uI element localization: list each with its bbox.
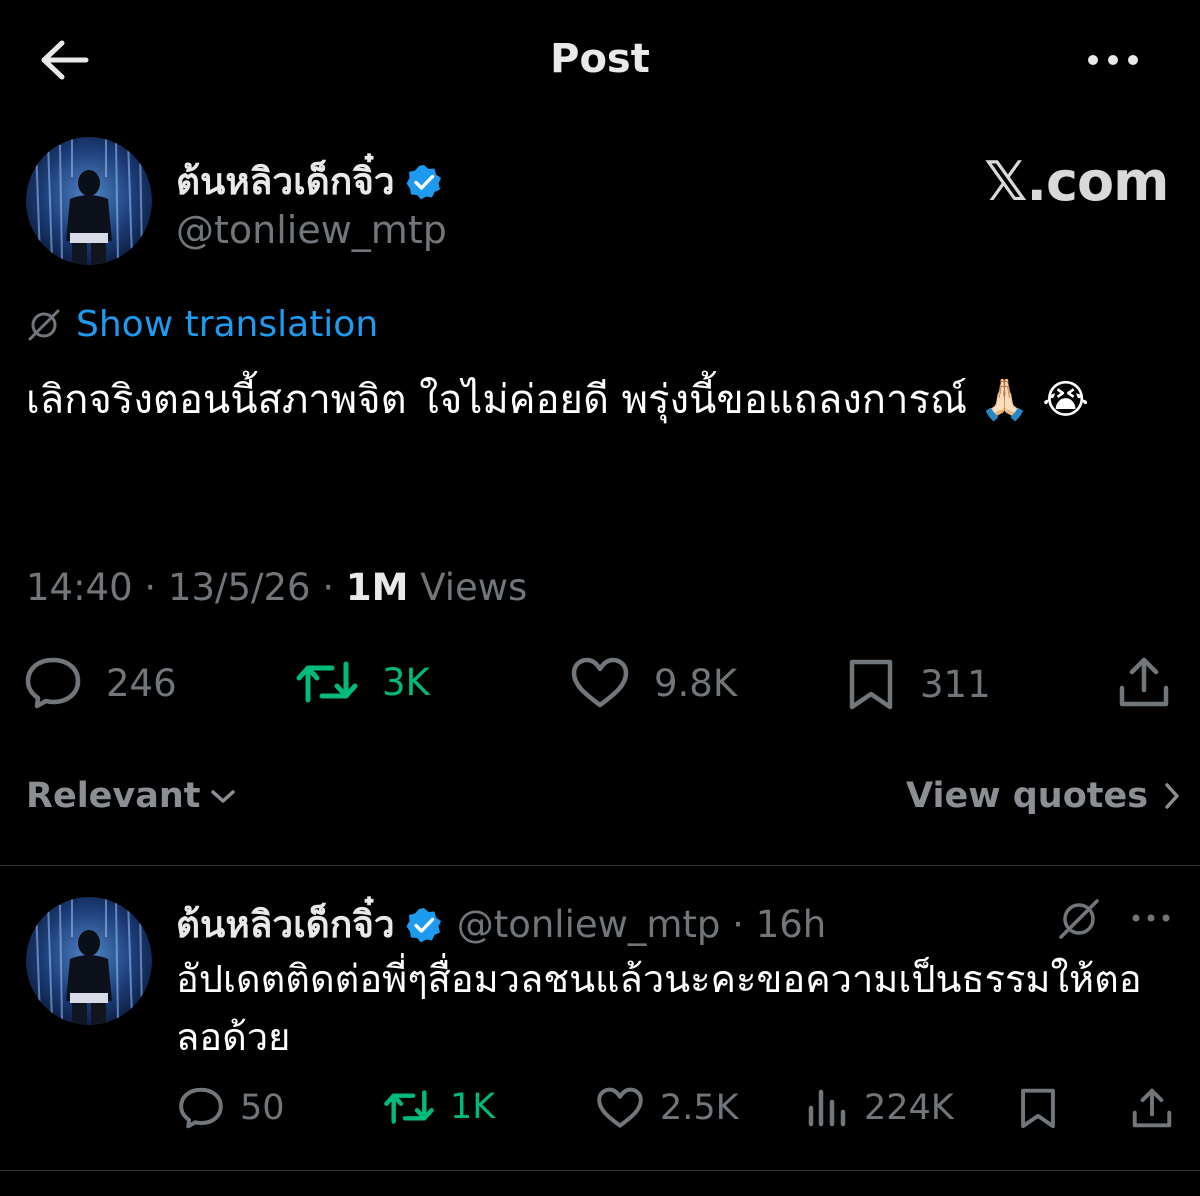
show-translation-link[interactable]: Show translation bbox=[26, 304, 378, 345]
reply-repost-button[interactable]: 1K bbox=[384, 1086, 495, 1128]
repost-count: 3K bbox=[382, 660, 430, 704]
post-text: เลิกจริงตอนนี้สภาพจิต ใจไม่ค่อยดี พรุ่งน… bbox=[26, 377, 1090, 423]
views-label: Views bbox=[420, 566, 528, 609]
sort-label: Relevant bbox=[26, 776, 201, 816]
like-button[interactable]: 9.8K bbox=[570, 656, 737, 710]
repost-icon bbox=[296, 661, 358, 703]
view-count: 1M bbox=[345, 566, 409, 609]
repost-button[interactable]: 3K bbox=[296, 656, 430, 708]
reply-text: อัปเดตติดต่อพี่ๆสื่อมวลชนแล้วนะคะขอความเ… bbox=[176, 957, 1142, 1059]
heart-icon bbox=[571, 657, 629, 708]
reply-handle-time[interactable]: @tonliew_mtp · 16h bbox=[457, 903, 827, 946]
translate-icon bbox=[28, 309, 60, 340]
more-horizontal-icon bbox=[1088, 55, 1138, 65]
reply-avatar[interactable] bbox=[26, 897, 152, 1025]
reply-reply-button[interactable]: 50 bbox=[178, 1086, 285, 1130]
divider bbox=[0, 865, 1200, 866]
bookmark-count: 311 bbox=[920, 662, 991, 706]
divider bbox=[0, 1170, 1200, 1171]
reply-translate-button[interactable] bbox=[1056, 896, 1102, 942]
reply-icon bbox=[25, 657, 81, 709]
reply-author-name[interactable]: ต้นหลิวเด็กจิ๋ว bbox=[176, 895, 395, 954]
bookmark-button[interactable]: 311 bbox=[846, 656, 991, 712]
translate-icon bbox=[1059, 899, 1099, 939]
views-chart-icon bbox=[808, 1089, 846, 1127]
chevron-right-icon bbox=[1165, 783, 1179, 809]
author-row: ต้นหลิวเด็กจิ๋ว bbox=[176, 152, 443, 211]
reply-view-count: 224K bbox=[864, 1088, 954, 1128]
more-horizontal-icon bbox=[1132, 914, 1170, 922]
reply-like-count: 2.5K bbox=[660, 1088, 739, 1128]
verified-badge-icon[interactable] bbox=[405, 163, 443, 201]
author-handle[interactable]: @tonliew_mtp bbox=[176, 208, 447, 252]
reply-repost-count: 1K bbox=[450, 1087, 496, 1127]
reply-header: ต้นหลิวเด็กจิ๋ว @tonliew_mtp · 16h bbox=[176, 895, 826, 954]
chevron-down-icon bbox=[210, 790, 235, 803]
reply-share-button[interactable] bbox=[1130, 1086, 1174, 1130]
like-count: 9.8K bbox=[654, 661, 738, 705]
reply-views-button[interactable]: 224K bbox=[806, 1086, 954, 1130]
repost-icon bbox=[384, 1090, 434, 1124]
author-name[interactable]: ต้นหลิวเด็กจิ๋ว bbox=[176, 152, 395, 211]
reply-icon bbox=[179, 1087, 223, 1129]
post-meta: 14:40 · 13/5/26 · 1M Views bbox=[26, 566, 528, 609]
post-time: 14:40 bbox=[26, 566, 133, 609]
reply-more-button[interactable] bbox=[1130, 910, 1172, 926]
heart-icon bbox=[597, 1087, 643, 1128]
reply-reply-count: 50 bbox=[240, 1088, 285, 1128]
show-translation-label: Show translation bbox=[76, 304, 379, 345]
watermark-logo: 𝕏.com bbox=[984, 150, 1169, 213]
page-title: Post bbox=[550, 36, 650, 82]
avatar[interactable] bbox=[26, 137, 152, 265]
more-options-button[interactable] bbox=[1085, 48, 1141, 72]
reply-count: 246 bbox=[106, 661, 177, 705]
bookmark-icon bbox=[1021, 1088, 1055, 1129]
share-icon bbox=[1119, 657, 1169, 707]
view-quotes-label: View quotes bbox=[906, 776, 1149, 816]
view-quotes-link[interactable]: View quotes bbox=[906, 776, 1182, 816]
bookmark-icon bbox=[849, 659, 893, 710]
reply-bookmark-button[interactable] bbox=[1018, 1086, 1058, 1130]
verified-badge-icon[interactable] bbox=[405, 906, 443, 944]
share-button[interactable] bbox=[1116, 654, 1172, 710]
reply-button[interactable]: 246 bbox=[24, 656, 177, 710]
sort-replies-dropdown[interactable]: Relevant bbox=[26, 776, 237, 816]
post-date: 13/5/26 bbox=[167, 566, 311, 609]
share-icon bbox=[1132, 1088, 1172, 1128]
reply-like-button[interactable]: 2.5K bbox=[596, 1086, 739, 1130]
